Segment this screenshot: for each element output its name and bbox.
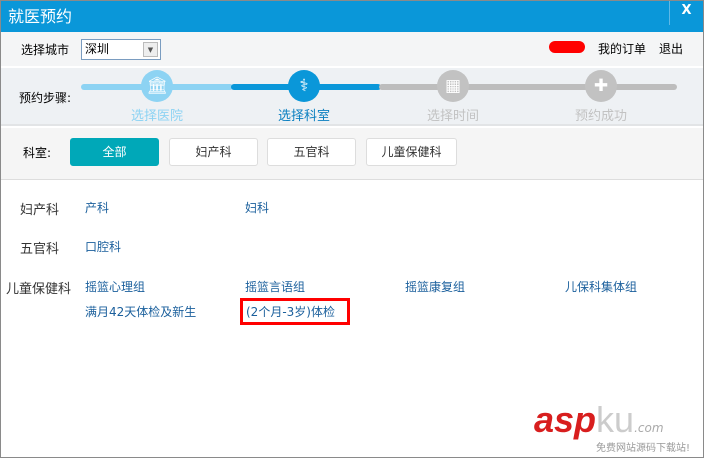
dept-link[interactable]: 满月42天体检及新生	[85, 303, 196, 320]
calendar-icon: ▦	[437, 70, 469, 102]
dept-link[interactable]: 儿保科集体组	[565, 278, 637, 295]
step-bar-pending	[379, 84, 677, 90]
logout-link[interactable]: 退出	[659, 40, 683, 57]
dept-label-obgyn: 妇产科	[20, 203, 60, 218]
my-orders-link[interactable]: 我的订单	[598, 40, 646, 57]
step-label-department: 选择科室	[277, 109, 330, 124]
close-button[interactable]: X	[669, 1, 703, 25]
dept-link[interactable]: 妇科	[245, 199, 269, 216]
dept-link[interactable]: 口腔科	[85, 238, 121, 255]
header-bar: 选择城市 深圳 ▼ 我的订单 退出	[1, 32, 703, 67]
steps-label: 预约步骤:	[19, 91, 72, 105]
watermark-logo: aspku.com 免费网站源码下载站!	[534, 399, 691, 454]
hospital-icon: 🏛	[141, 70, 173, 102]
filter-label: 科室:	[23, 146, 52, 160]
appointment-window: 就医预约 X 选择城市 深圳 ▼ 我的订单 退出 预约步骤: 🏛 ⚕ ▦ ✚ 选择…	[0, 0, 704, 458]
step-progress: 预约步骤: 🏛 ⚕ ▦ ✚ 选择医院 选择科室 选择时间 预约成功	[1, 68, 703, 126]
city-label: 选择城市	[21, 43, 70, 57]
step-label-hospital: 选择医院	[130, 109, 183, 124]
city-value: 深圳	[85, 42, 110, 56]
dept-label-ent: 五官科	[20, 242, 60, 257]
step-label-time: 选择时间	[426, 109, 479, 124]
window-title: 就医预约	[8, 7, 73, 26]
filter-ent-button[interactable]: 五官科	[267, 138, 356, 166]
dept-link[interactable]: 摇篮言语组	[245, 278, 305, 295]
redacted-username	[549, 41, 585, 53]
stethoscope-icon: ⚕	[288, 70, 320, 102]
dept-link[interactable]: 摇篮心理组	[85, 278, 145, 295]
filter-obgyn-button[interactable]: 妇产科	[169, 138, 258, 166]
title-bar: 就医预约 X	[1, 1, 703, 32]
filter-child-button[interactable]: 儿童保健科	[366, 138, 457, 166]
dept-label-child: 儿童保健科	[6, 282, 72, 297]
badge-icon: ✚	[585, 70, 617, 102]
step-label-success: 预约成功	[574, 109, 627, 124]
city-select[interactable]: 深圳 ▼	[81, 39, 161, 60]
chevron-down-icon: ▼	[143, 42, 158, 57]
dept-link-highlighted[interactable]: (2个月-3岁)体检	[240, 298, 350, 325]
dept-link[interactable]: 摇篮康复组	[405, 278, 465, 295]
department-filter: 科室: 全部 妇产科 五官科 儿童保健科	[1, 128, 703, 180]
dept-link[interactable]: 产科	[85, 199, 109, 216]
filter-all-button[interactable]: 全部	[70, 138, 159, 166]
